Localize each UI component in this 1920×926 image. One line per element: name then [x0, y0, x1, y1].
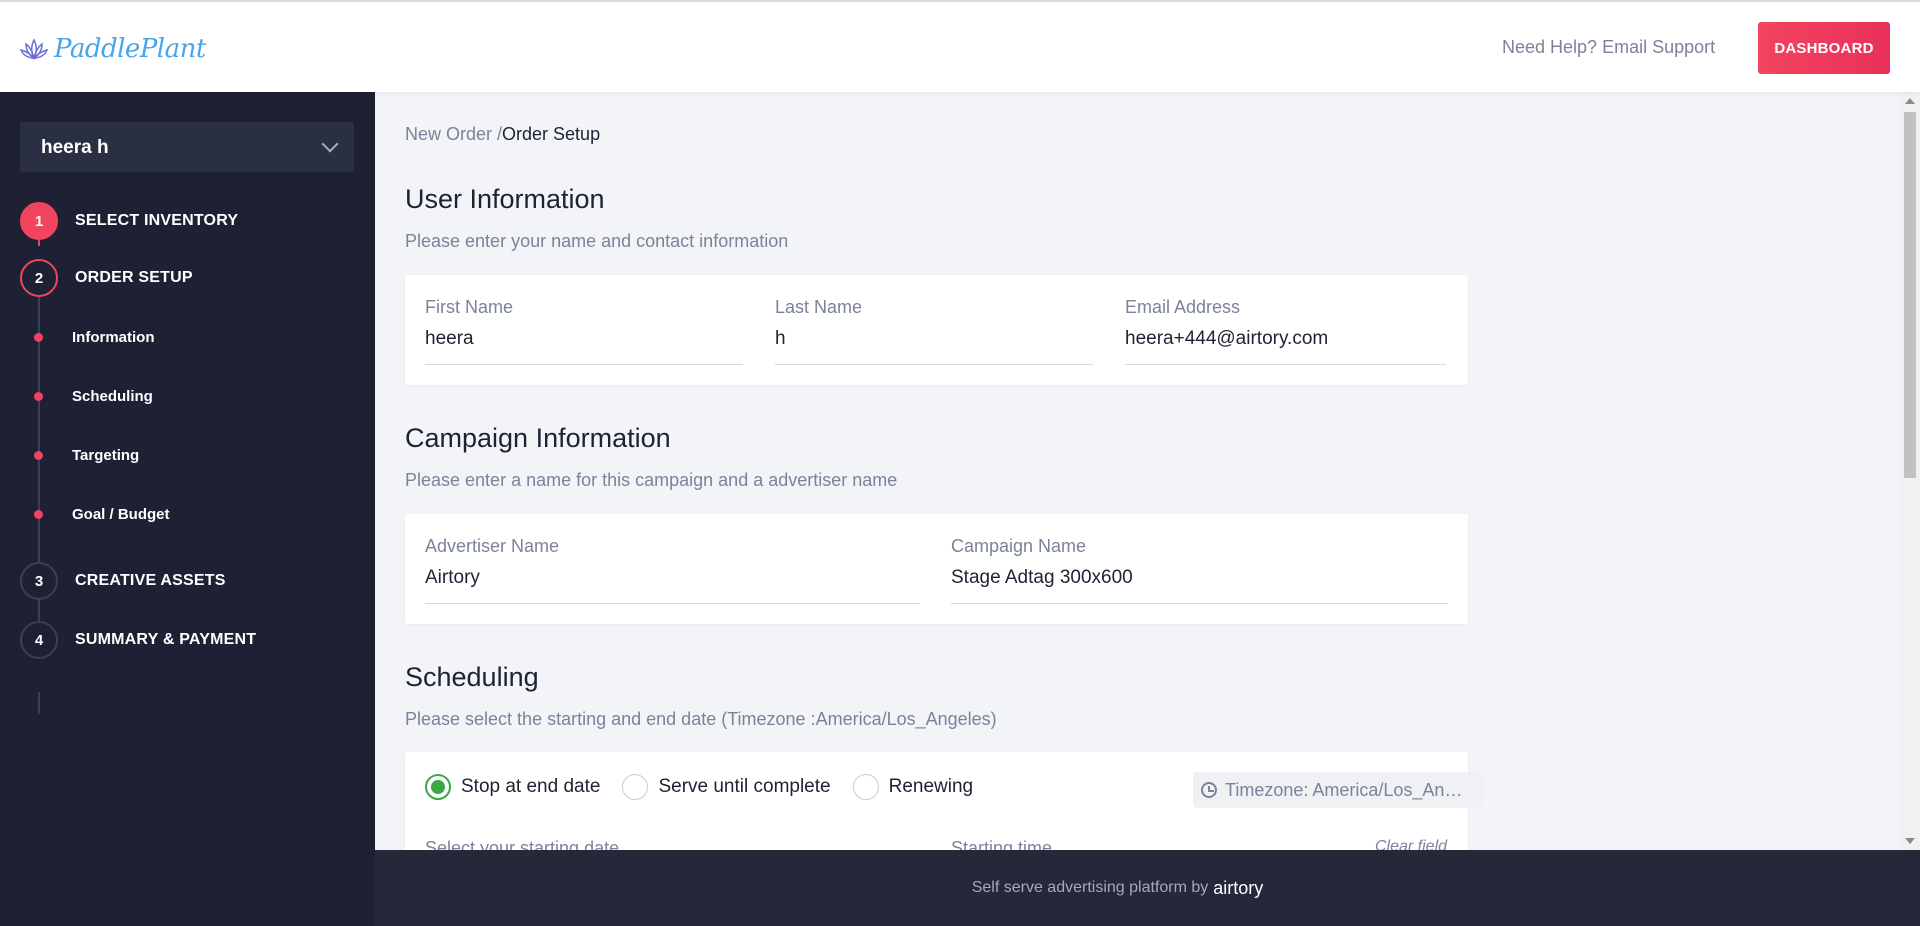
substep-label: Targeting	[72, 447, 140, 464]
substep-information[interactable]: Information	[34, 329, 155, 346]
last-name-input[interactable]: h	[775, 328, 1093, 365]
substep-label: Scheduling	[72, 388, 153, 405]
substep-goal-budget[interactable]: Goal / Budget	[34, 506, 170, 523]
progress-line	[38, 692, 40, 714]
radio-renewing[interactable]: Renewing	[852, 774, 974, 800]
substep-dot	[34, 451, 43, 460]
sidebar: heera h 1 SELECT INVENTORY 2 ORDER SETUP…	[0, 92, 375, 926]
step-label: SELECT INVENTORY	[75, 212, 239, 229]
timezone-chip: Timezone: America/Los_Angeles	[1193, 772, 1483, 808]
scrollbar-thumb[interactable]	[1904, 112, 1916, 478]
breadcrumb-parent[interactable]: New Order /	[405, 124, 502, 144]
clock-icon	[1201, 782, 1217, 798]
help-link[interactable]: Need Help? Email Support	[1502, 37, 1715, 58]
substep-dot	[34, 392, 43, 401]
start-date-label: Select your starting date	[425, 838, 620, 850]
substep-label: Goal / Budget	[72, 506, 170, 523]
field-label: Campaign Name	[951, 536, 1087, 556]
logo[interactable]: PaddlePlant	[20, 34, 206, 64]
step-label: CREATIVE ASSETS	[75, 572, 226, 589]
footer-text: Self serve advertising platform by	[971, 879, 1209, 896]
scheduling-title: Scheduling	[405, 662, 539, 692]
campaign-name-field[interactable]: Campaign Name Stage Adtag 300x600	[951, 536, 1448, 604]
campaign-info-card: Advertiser Name Airtory Campaign Name St…	[405, 514, 1468, 624]
last-name-field[interactable]: Last Name h	[775, 297, 1093, 365]
user-info-card: First Name heera Last Name h Email Addre…	[405, 275, 1468, 385]
main-content: New Order /Order Setup User Information …	[375, 92, 1900, 850]
step-label: SUMMARY & PAYMENT	[75, 631, 257, 648]
advertiser-name-input[interactable]: Airtory	[425, 567, 920, 604]
substep-dot	[34, 333, 43, 342]
first-name-field[interactable]: First Name heera	[425, 297, 743, 365]
timezone-text: Timezone: America/Los_Angeles	[1225, 779, 1470, 800]
dashboard-button[interactable]: DASHBOARD	[1758, 22, 1890, 74]
substep-targeting[interactable]: Targeting	[34, 447, 139, 464]
scheduling-subtitle: Please select the starting and end date …	[405, 709, 997, 729]
scroll-down-arrow-icon[interactable]	[1905, 838, 1915, 844]
field-label: Advertiser Name	[425, 536, 560, 556]
clear-field-link[interactable]: Clear field	[1375, 838, 1447, 850]
breadcrumb: New Order /Order Setup	[405, 124, 600, 145]
chevron-down-icon	[321, 135, 339, 153]
step-number: 4	[20, 621, 58, 659]
email-input[interactable]: heera+444@airtory.com	[1125, 328, 1446, 365]
account-name: heera h	[41, 137, 109, 158]
step-select-inventory[interactable]: 1 SELECT INVENTORY	[20, 202, 238, 240]
advertiser-name-field[interactable]: Advertiser Name Airtory	[425, 536, 920, 604]
radio-circle[interactable]	[852, 774, 879, 800]
user-info-subtitle: Please enter your name and contact infor…	[405, 231, 789, 251]
field-label: Last Name	[775, 297, 863, 317]
substep-scheduling[interactable]: Scheduling	[34, 388, 153, 405]
scrollbar[interactable]	[1900, 92, 1920, 850]
campaign-info-title: Campaign Information	[405, 423, 671, 453]
radio-stop-at-end-date[interactable]: Stop at end date	[425, 774, 600, 800]
substep-label: Information	[72, 329, 155, 346]
step-creative-assets[interactable]: 3 CREATIVE ASSETS	[20, 562, 226, 600]
scroll-up-arrow-icon[interactable]	[1905, 98, 1915, 104]
step-number: 1	[20, 202, 58, 240]
radio-serve-until-complete[interactable]: Serve until complete	[622, 774, 831, 800]
radio-circle[interactable]	[425, 774, 451, 800]
first-name-input[interactable]: heera	[425, 328, 743, 365]
schedule-type-group: Stop at end date Serve until complete Re…	[425, 774, 995, 800]
radio-label: Stop at end date	[461, 776, 601, 797]
breadcrumb-current: Order Setup	[502, 124, 601, 144]
radio-circle[interactable]	[622, 774, 649, 800]
field-label: Email Address	[1125, 297, 1241, 317]
step-order-setup[interactable]: 2 ORDER SETUP	[20, 259, 193, 297]
step-summary-payment[interactable]: 4 SUMMARY & PAYMENT	[20, 621, 256, 659]
footer-brand[interactable]: airtory	[1213, 878, 1263, 899]
user-info-title: User Information	[405, 184, 605, 214]
step-number: 2	[20, 259, 58, 297]
top-header: PaddlePlant Need Help? Email Support DAS…	[0, 0, 1920, 92]
email-field[interactable]: Email Address heera+444@airtory.com	[1125, 297, 1446, 365]
step-number: 3	[20, 562, 58, 600]
campaign-info-subtitle: Please enter a name for this campaign an…	[405, 470, 898, 490]
footer: Self serve advertising platform by airto…	[375, 850, 1920, 926]
radio-label: Serve until complete	[658, 776, 831, 797]
step-label: ORDER SETUP	[75, 269, 193, 286]
substep-dot	[34, 510, 43, 519]
radio-label: Renewing	[888, 776, 974, 797]
scheduling-card: Stop at end date Serve until complete Re…	[405, 752, 1483, 850]
campaign-name-input[interactable]: Stage Adtag 300x600	[951, 567, 1448, 604]
account-selector[interactable]: heera h	[20, 122, 354, 172]
start-time-label: Starting time	[951, 838, 1053, 850]
logo-text: PaddlePlant	[54, 34, 206, 64]
field-label: First Name	[425, 297, 514, 317]
lotus-logo-icon	[20, 38, 48, 60]
